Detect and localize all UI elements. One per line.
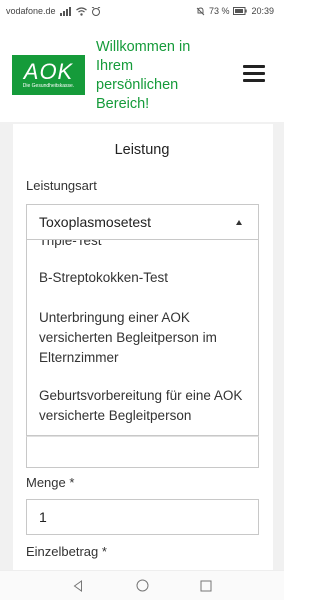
logo-subtext: Die Gesundheitskasse. [22,83,75,89]
recents-icon[interactable] [198,578,214,594]
dropdown-option[interactable]: Geburtsvorbereitung für eine AOK versich… [39,386,251,426]
status-left: vodafone.de [6,6,101,16]
app-header: AOK Die Gesundheitskasse. Willkommen in … [0,22,284,122]
battery-icon [233,7,248,15]
menge-label: Menge * [26,475,75,490]
welcome-text: Willkommen in Ihrem persönlichen Bereich… [96,39,191,112]
home-icon[interactable] [134,578,150,594]
clock-time: 20:39 [251,6,274,16]
leistungsart-dropdown[interactable]: Triple-Test B-Streptokokken-Test Unterbr… [26,240,259,436]
logo-text: AOK [23,59,74,84]
caret-up-icon [236,220,242,225]
dropdown-option[interactable]: Triple-Test [39,240,102,248]
navigation-bar [0,570,284,600]
dropdown-option[interactable]: B-Streptokokken-Test [39,268,251,288]
leistungsart-label: Leistungsart [26,178,97,193]
hidden-field-input[interactable] [26,436,259,468]
dropdown-option[interactable]: Unterbringung einer AOK versicherten Beg… [39,308,251,368]
mute-icon [196,7,205,16]
wifi-icon [75,6,87,16]
status-bar: vodafone.de 73 % 20:39 [0,0,284,22]
status-right: 73 % 20:39 [196,6,274,16]
leistungsart-select[interactable]: Toxoplasmosetest [26,204,259,240]
carrier-name: vodafone.de [6,6,56,16]
aok-logo[interactable]: AOK Die Gesundheitskasse. [12,55,85,95]
einzelbetrag-label: Einzelbetrag * [26,544,107,559]
menge-value: 1 [39,509,47,525]
battery-percent: 73 % [208,6,230,16]
leistungsart-value: Toxoplasmosetest [39,214,152,230]
signal-icon [59,6,72,16]
hamburger-menu-icon[interactable] [243,65,265,85]
back-icon[interactable] [70,578,86,594]
menge-input[interactable]: 1 [26,499,259,535]
section-title: Leistung [114,142,170,158]
notification-icon [91,6,101,16]
